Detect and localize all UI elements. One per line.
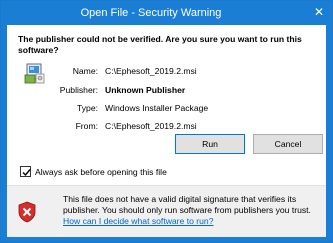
shield-error-icon <box>17 201 37 223</box>
detail-row-type: Type: Windows Installer Package <box>7 103 326 115</box>
detail-value: C:\Ephesoft_2019.2.msi <box>105 121 197 131</box>
detail-value: C:\Ephesoft_2019.2.msi <box>105 66 197 76</box>
close-button[interactable]: ✕ <box>310 4 328 20</box>
detail-label: Type: <box>76 103 98 113</box>
detail-label: Publisher: <box>59 85 98 95</box>
checkmark-icon <box>22 169 31 177</box>
window-title: Open File - Security Warning <box>80 7 222 19</box>
signature-warning-message: This file does not have a valid digital … <box>63 194 311 215</box>
always-ask-checkbox[interactable] <box>20 166 31 177</box>
detail-value: Windows Installer Package <box>105 103 209 113</box>
cancel-button[interactable]: Cancel <box>253 134 323 154</box>
signature-info-panel: This file does not have a valid digital … <box>7 185 326 237</box>
publisher-question: The publisher could not be verified. Are… <box>18 34 302 55</box>
run-button[interactable]: Run <box>175 134 245 154</box>
detail-value: Unknown Publisher <box>105 85 186 95</box>
signature-warning-text: This file does not have a valid digital … <box>63 194 321 227</box>
security-warning-window: Open File - Security Warning ✕ The publi… <box>0 0 333 243</box>
detail-label: From: <box>75 121 98 131</box>
help-link[interactable]: How can I decide what software to run? <box>63 216 213 226</box>
close-icon: ✕ <box>313 5 325 19</box>
always-ask-label[interactable]: Always ask before opening this file <box>35 167 167 177</box>
title-bar[interactable]: Open File - Security Warning ✕ <box>1 1 332 25</box>
detail-row-from: From: C:\Ephesoft_2019.2.msi <box>7 121 326 133</box>
dialog-body: The publisher could not be verified. Are… <box>7 25 326 237</box>
detail-row-publisher: Publisher: Unknown Publisher <box>7 85 326 97</box>
detail-label: Name: <box>72 66 98 76</box>
detail-row-name: Name: C:\Ephesoft_2019.2.msi <box>7 66 326 78</box>
